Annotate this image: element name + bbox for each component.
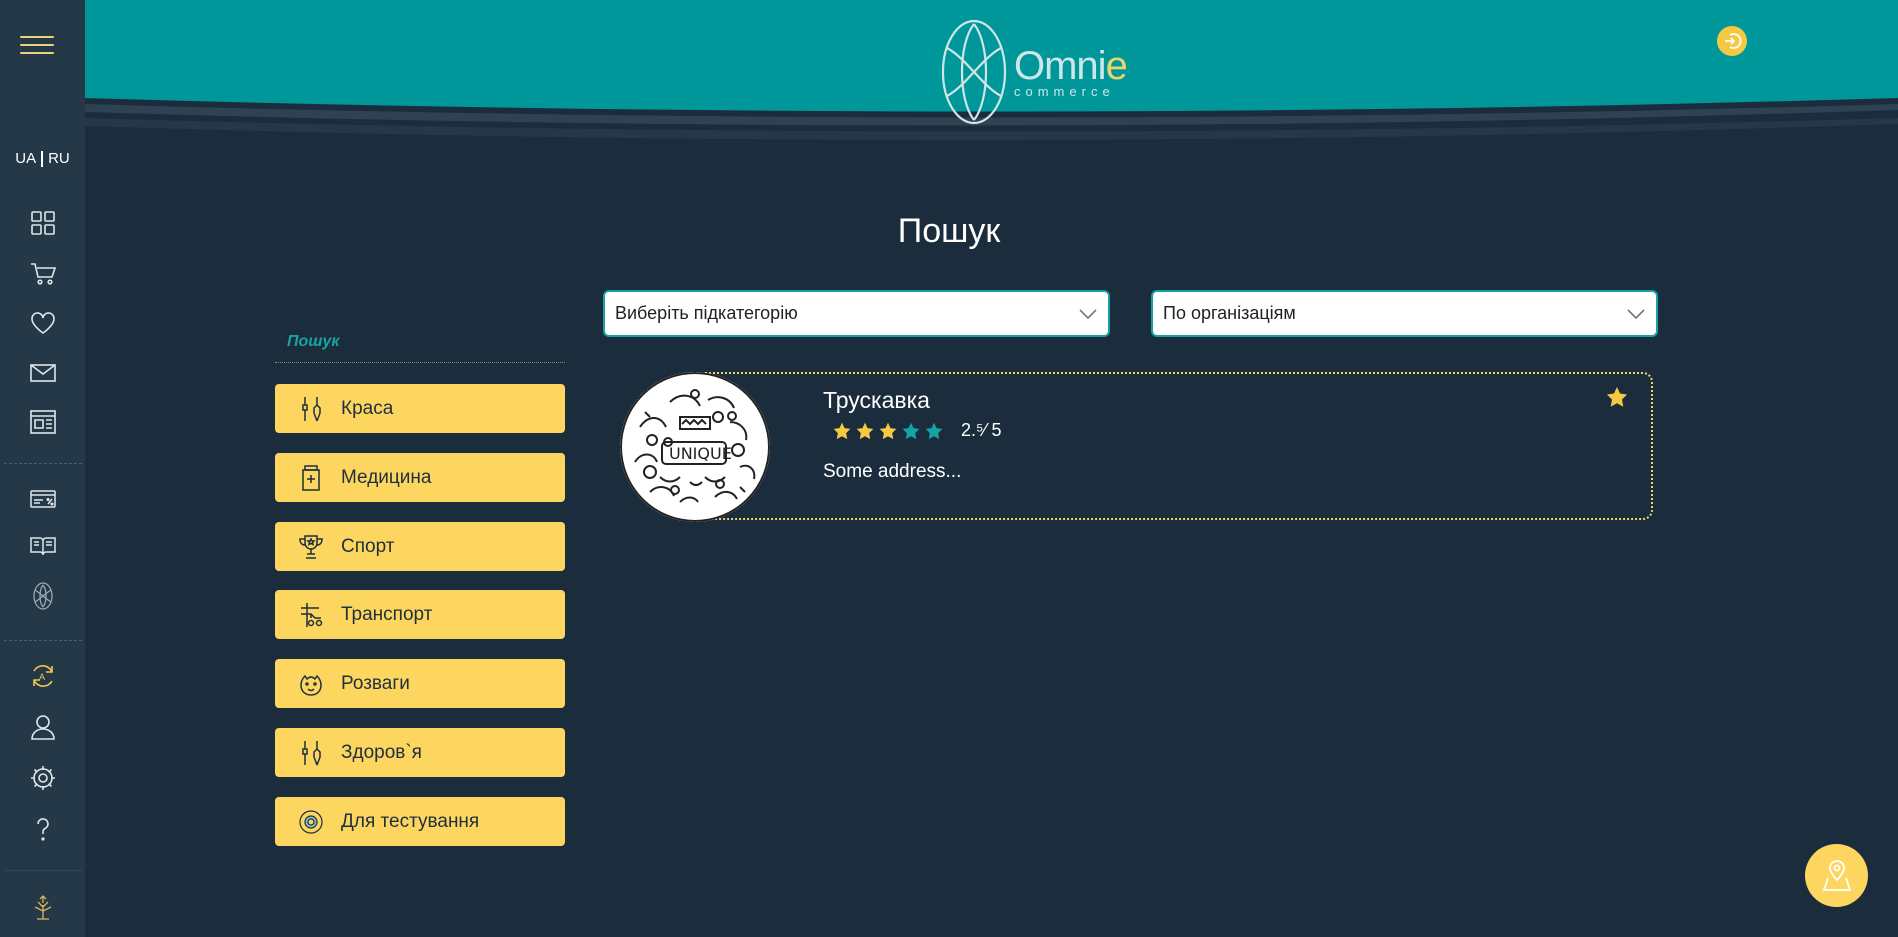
- category-entertainment[interactable]: Розваги: [275, 659, 565, 708]
- category-transport[interactable]: Транспорт: [275, 590, 565, 639]
- star-empty-icon: [902, 422, 920, 439]
- category-label: Краса: [341, 397, 394, 419]
- category-label: Медицина: [341, 466, 432, 488]
- beauty-tools-icon: [297, 395, 325, 423]
- health-tools-icon: [297, 739, 325, 767]
- svg-text:A: A: [39, 672, 45, 682]
- star-icon: [879, 422, 897, 439]
- news-layout-icon[interactable]: [28, 407, 58, 437]
- rating-value: 2.⁵⁄ 5: [961, 420, 1002, 440]
- category-testing[interactable]: Для тестування: [275, 797, 565, 846]
- subcategory-select-value: Виберіть підкатегорію: [615, 303, 798, 323]
- category-medicine[interactable]: Медицина: [275, 453, 565, 502]
- logout-arrow-icon: [1725, 33, 1742, 49]
- logo-sub: commerce: [1014, 83, 1115, 99]
- organization-name[interactable]: Трускавка: [823, 387, 930, 414]
- page-title: Пошук: [897, 212, 1001, 250]
- sort-select-value: По організаціям: [1163, 303, 1296, 323]
- rating-stars: 2.⁵⁄ 5: [832, 420, 1002, 441]
- category-label: Спорт: [341, 535, 395, 557]
- language-switcher: UA RU: [0, 150, 85, 168]
- lang-ua[interactable]: UA: [15, 150, 36, 167]
- cart-icon[interactable]: [28, 258, 58, 288]
- messages-envelope-icon[interactable]: [28, 358, 58, 388]
- category-health[interactable]: Здоров`я: [275, 728, 565, 777]
- discount-card-icon[interactable]: [28, 484, 58, 514]
- star-icon: [1607, 387, 1627, 407]
- category-label: Для тестування: [341, 810, 480, 832]
- menu-burger-icon[interactable]: [20, 36, 54, 58]
- sort-select[interactable]: По організаціям: [1151, 290, 1658, 337]
- help-question-icon[interactable]: [28, 814, 58, 844]
- subtitle-divider: [275, 362, 565, 363]
- doodle-avatar-image: UNIQUE: [620, 372, 770, 522]
- logo-flower-icon: [941, 19, 1007, 125]
- map-pin-icon: [1822, 859, 1851, 891]
- settings-gear-icon[interactable]: [28, 763, 58, 793]
- star-icon: [833, 422, 851, 439]
- sidebar-divider: [4, 870, 82, 871]
- organization-avatar[interactable]: UNIQUE: [620, 372, 770, 522]
- logo-name: Omnie: [1014, 43, 1128, 88]
- favorite-star-button[interactable]: [1605, 385, 1629, 414]
- star-icon: [856, 422, 874, 439]
- filters-subtitle: Пошук: [287, 333, 340, 350]
- header: Omnie commerce: [85, 0, 1898, 160]
- category-sport[interactable]: Спорт: [275, 522, 565, 571]
- entertainment-icon: [297, 670, 325, 698]
- chevron-down-icon: [1627, 308, 1645, 319]
- category-label: Транспорт: [341, 603, 433, 625]
- star-empty-icon: [925, 422, 943, 439]
- category-label: Здоров`я: [341, 741, 422, 763]
- map-button[interactable]: [1805, 844, 1868, 907]
- test-icon: [297, 808, 325, 836]
- chevron-down-icon: [1079, 308, 1097, 319]
- avatar-text: UNIQUE: [669, 444, 732, 463]
- organization-address: Some address...: [823, 461, 962, 482]
- lang-ru[interactable]: RU: [48, 150, 70, 167]
- sidebar-divider: [4, 463, 82, 464]
- sidebar: UA RU A: [0, 0, 85, 937]
- user-profile-icon[interactable]: [28, 712, 58, 742]
- tree-logo-icon: [28, 892, 58, 922]
- category-beauty[interactable]: Краса: [275, 384, 565, 433]
- catalog-book-icon[interactable]: [28, 531, 58, 561]
- category-label: Розваги: [341, 672, 410, 694]
- medicine-bottle-icon: [297, 464, 325, 492]
- omnie-logo-icon[interactable]: [28, 581, 58, 611]
- subcategory-select[interactable]: Виберіть підкатегорію: [603, 290, 1110, 337]
- omnie-logo[interactable]: Omnie commerce: [940, 18, 1128, 126]
- favorites-heart-icon[interactable]: [28, 308, 58, 338]
- transport-icon: [297, 601, 325, 629]
- lang-separator: [41, 151, 44, 168]
- autosync-icon[interactable]: A: [28, 661, 58, 691]
- logout-button[interactable]: [1717, 26, 1747, 56]
- trophy-icon: [297, 533, 325, 561]
- sidebar-divider: [4, 640, 82, 641]
